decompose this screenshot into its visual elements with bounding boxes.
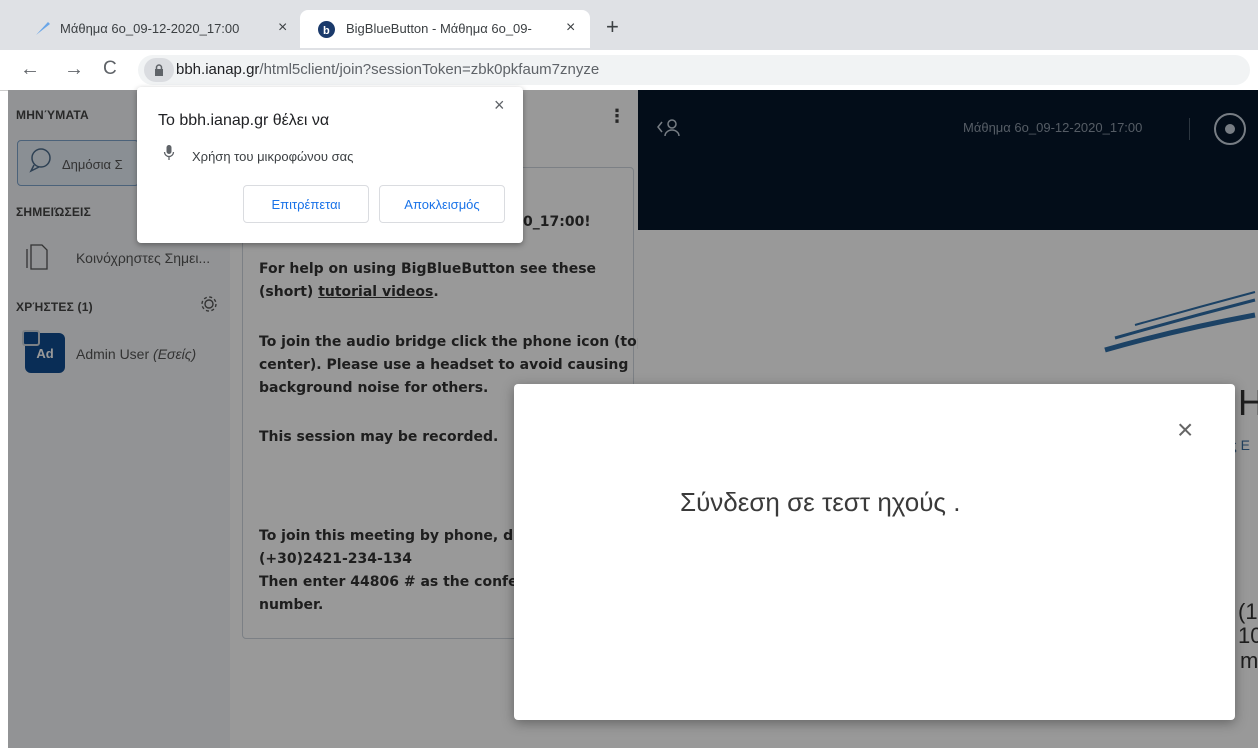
new-tab-button[interactable]: + [606, 14, 619, 40]
svg-text:b: b [323, 25, 330, 37]
tab-close-icon[interactable]: × [566, 19, 575, 37]
microphone-icon [163, 145, 175, 160]
url-text[interactable]: bbh.ianap.gr/html5client/join?sessionTok… [176, 61, 599, 78]
block-button[interactable]: Αποκλεισμός [379, 185, 505, 223]
lock-icon[interactable] [144, 58, 174, 82]
permission-title: Το bbh.ianap.gr θέλει να [158, 112, 330, 129]
tab-title: Μάθημα 6ο_09-12-2020_17:00 [60, 21, 240, 36]
echo-test-modal [514, 384, 1235, 720]
modal-close-icon[interactable]: × [1177, 414, 1193, 446]
tab-title: BigBlueButton - Μάθημα 6ο_09- [346, 21, 532, 36]
forward-arrow-icon[interactable]: → [64, 58, 84, 81]
modal-message: Σύνδεση σε τεστ ηχούς . [680, 487, 961, 517]
permission-mic-text: Χρήση του μικροφώνου σας [192, 149, 354, 164]
bigbluebutton-logo-icon: b [318, 21, 335, 38]
tab-bigbluebutton[interactable]: b BigBlueButton - Μάθημα 6ο_09- × [300, 10, 590, 48]
back-arrow-icon[interactable]: ← [20, 58, 40, 81]
permission-close-icon[interactable]: × [494, 95, 505, 116]
feather-icon [36, 22, 50, 35]
reload-icon[interactable]: C [103, 58, 117, 80]
allow-button[interactable]: Επιτρέπεται [243, 185, 369, 223]
tab-meeting[interactable]: Μάθημα 6ο_09-12-2020_17:00 × [24, 10, 299, 48]
tab-close-icon[interactable]: × [278, 19, 287, 37]
padlock-icon [155, 63, 163, 76]
